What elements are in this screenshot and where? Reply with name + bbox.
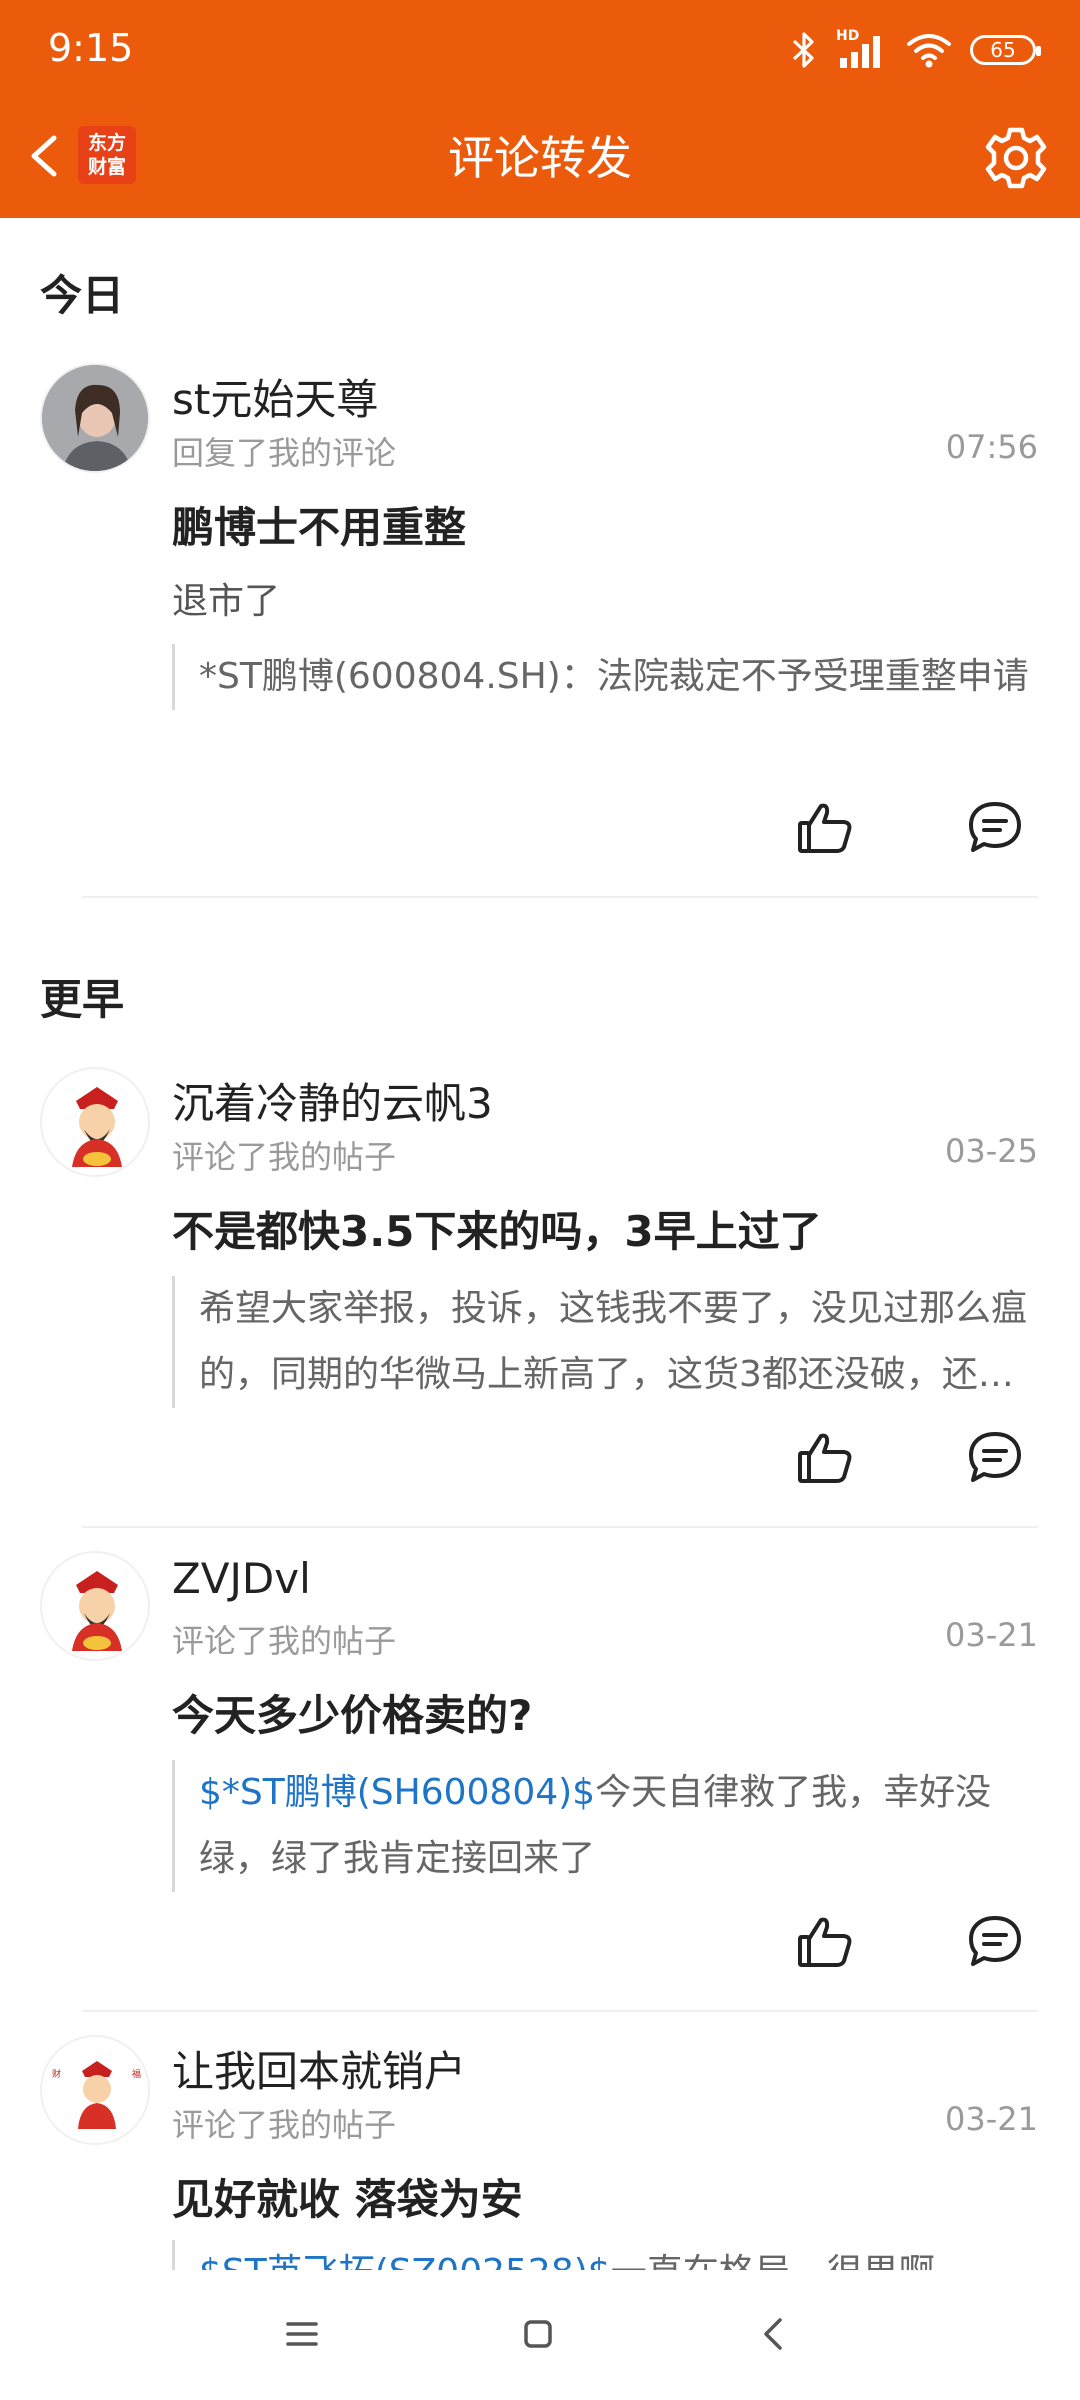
gear-icon bbox=[985, 127, 1047, 189]
quoted-post[interactable]: $ST英飞拓(SZ002528)$一直在格局，很男啊 bbox=[172, 2240, 1042, 2270]
battery-indicator: 65 bbox=[970, 35, 1041, 65]
bluetooth-icon bbox=[792, 32, 814, 68]
chat-bubble-icon bbox=[969, 802, 1021, 852]
svg-text:财: 财 bbox=[52, 2068, 61, 2080]
battery-level: 65 bbox=[990, 38, 1016, 62]
status-icons: HD 65 bbox=[790, 28, 1041, 70]
thumbs-up-icon bbox=[798, 1433, 852, 1483]
section-title-earlier: 更早 bbox=[40, 975, 125, 1024]
user-name[interactable]: 让我回本就销户 bbox=[172, 2038, 466, 2099]
system-nav-bar bbox=[0, 2270, 1080, 2400]
timestamp: 07:56 bbox=[945, 428, 1038, 466]
divider bbox=[82, 896, 1038, 898]
avatar[interactable] bbox=[40, 363, 150, 473]
thumbs-up-icon bbox=[798, 803, 852, 853]
comment-text: 今天多少价格卖的? bbox=[172, 1691, 533, 1740]
system-back-button[interactable] bbox=[744, 2304, 804, 2364]
user-name[interactable]: ZVJDvl bbox=[172, 1554, 311, 1603]
avatar[interactable]: 财 福 bbox=[40, 2035, 150, 2145]
timestamp: 03-21 bbox=[945, 1616, 1038, 1654]
stock-link[interactable]: $ST英飞拓(SZ002528)$ bbox=[199, 2252, 611, 2270]
action-text: 评论了我的帖子 bbox=[172, 2106, 397, 2144]
like-button[interactable] bbox=[795, 1428, 855, 1488]
app-header: 9:15 HD 65 东方 财富 评论转发 bbox=[0, 0, 1080, 218]
quoted-post[interactable]: *ST鹏博(600804.SH)：法院裁定不予受理重整申请 bbox=[172, 644, 1042, 710]
reply-button[interactable] bbox=[965, 1912, 1025, 1972]
comment-text: 见好就收 落袋为安 bbox=[172, 2175, 523, 2224]
svg-text:福: 福 bbox=[132, 2068, 141, 2080]
reply-button[interactable] bbox=[965, 1428, 1025, 1488]
thumbs-up-icon bbox=[798, 1917, 852, 1967]
divider bbox=[82, 2010, 1038, 2012]
divider bbox=[82, 1526, 1038, 1528]
section-title-today: 今日 bbox=[40, 271, 125, 320]
like-button[interactable] bbox=[795, 1912, 855, 1972]
status-time: 9:15 bbox=[48, 26, 134, 70]
recent-apps-button[interactable] bbox=[272, 2304, 332, 2364]
reply-button[interactable] bbox=[965, 798, 1025, 858]
action-text: 评论了我的帖子 bbox=[172, 1138, 397, 1176]
user-name[interactable]: st元始天尊 bbox=[172, 366, 378, 427]
comment-text: 鹏博士不用重整 bbox=[172, 503, 467, 552]
quoted-post[interactable]: $*ST鹏博(SH600804)$今天自律救了我，幸好没绿，绿了我肯定接回来了 bbox=[172, 1760, 1042, 1892]
quoted-post[interactable]: 希望大家举报，投诉，这钱我不要了，没见过那么瘟的，同期的华微马上新高了，这货3都… bbox=[172, 1276, 1042, 1408]
page-title: 评论转发 bbox=[448, 131, 632, 185]
avatar[interactable] bbox=[40, 1551, 150, 1661]
action-text: 评论了我的帖子 bbox=[172, 1622, 397, 1660]
menu-icon bbox=[286, 2322, 318, 2346]
stock-link[interactable]: $*ST鹏博(SH600804)$ bbox=[199, 1772, 595, 1813]
chevron-left-icon bbox=[764, 2318, 782, 2350]
wifi-icon bbox=[907, 34, 951, 68]
avatar[interactable] bbox=[40, 1067, 150, 1177]
signal-icon: HD bbox=[836, 28, 888, 70]
chat-bubble-icon bbox=[969, 1916, 1021, 1966]
comment-text: 不是都快3.5下来的吗，3早上过了 bbox=[172, 1207, 822, 1256]
timestamp: 03-25 bbox=[945, 1132, 1038, 1170]
action-text: 回复了我的评论 bbox=[172, 434, 397, 472]
settings-button[interactable] bbox=[982, 124, 1050, 192]
home-button[interactable] bbox=[508, 2304, 568, 2364]
chat-bubble-icon bbox=[969, 1432, 1021, 1482]
square-icon bbox=[524, 2320, 552, 2348]
like-button[interactable] bbox=[795, 798, 855, 858]
reply-text: 退市了 bbox=[172, 581, 281, 622]
user-name[interactable]: 沉着冷静的云帆3 bbox=[172, 1070, 493, 1131]
timestamp: 03-21 bbox=[945, 2100, 1038, 2138]
